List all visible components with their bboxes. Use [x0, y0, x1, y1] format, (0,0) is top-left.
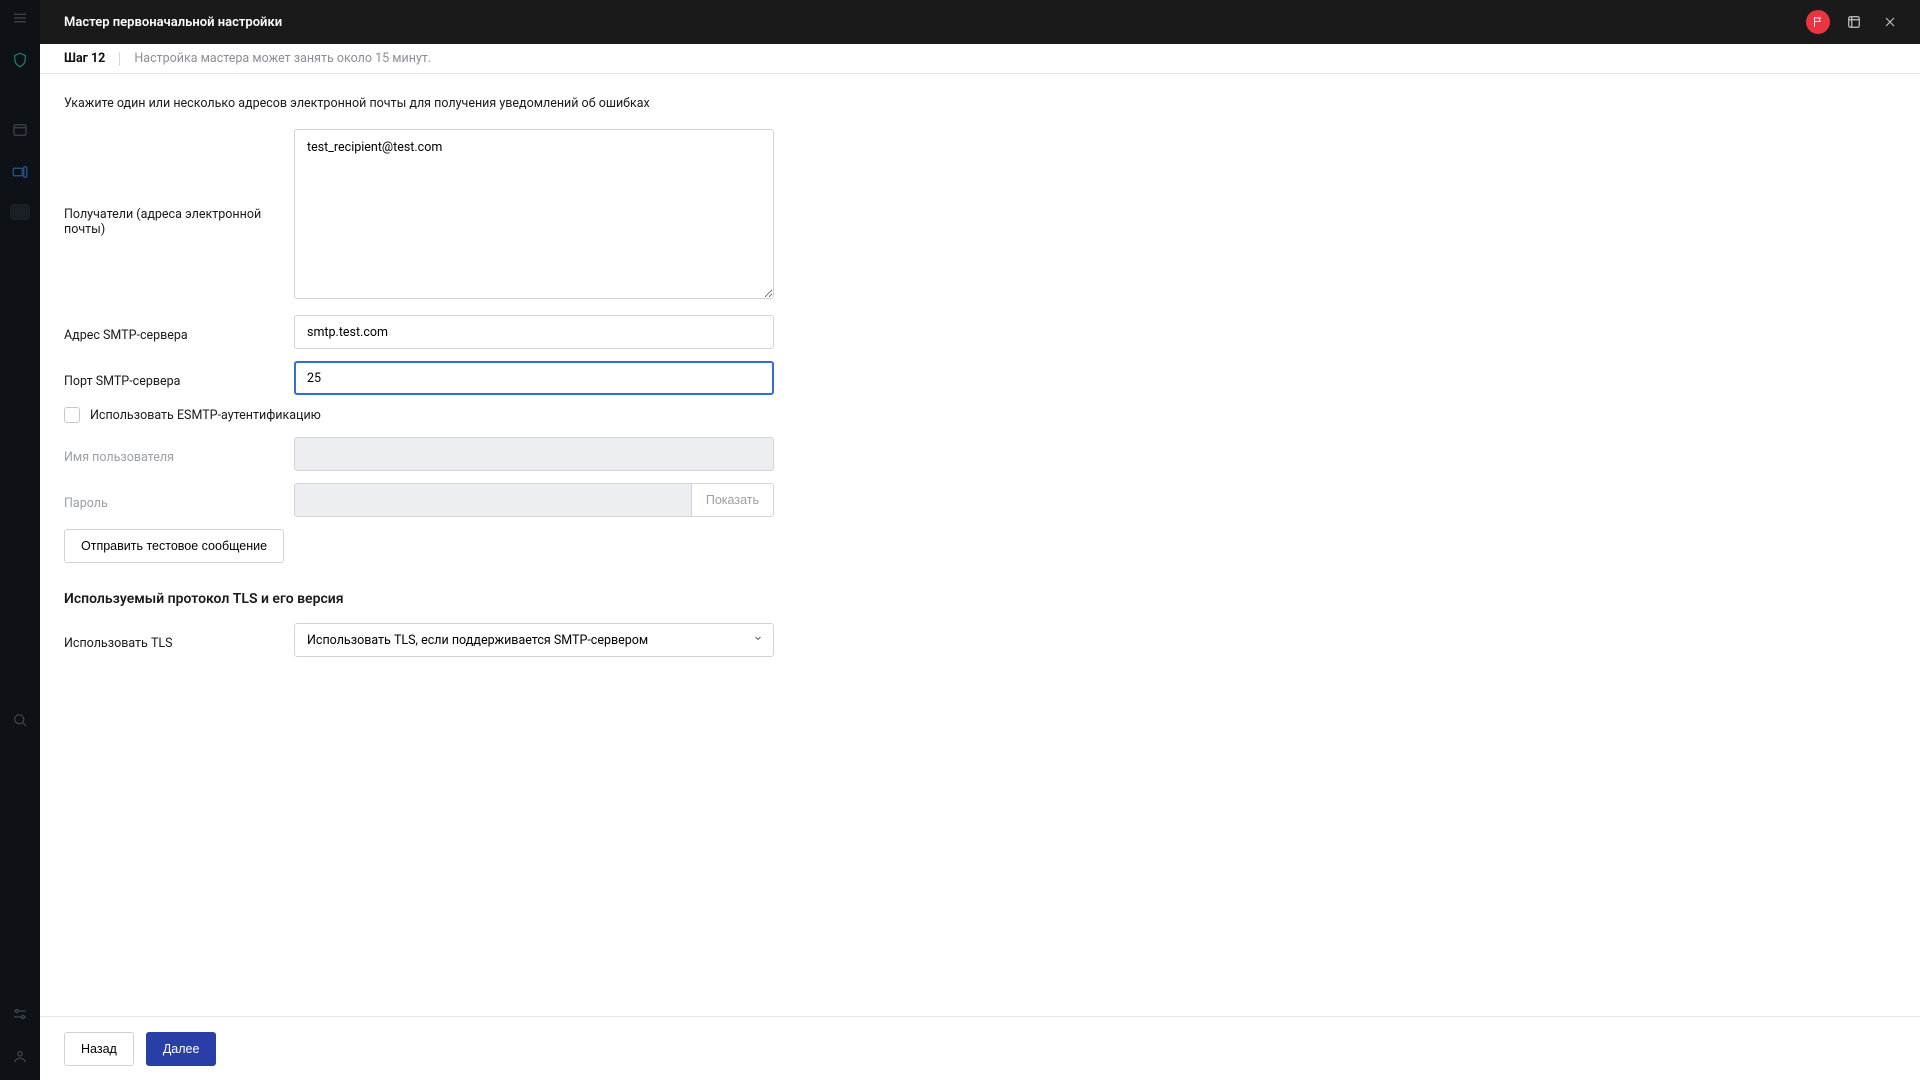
send-test-button[interactable]: Отправить тестовое сообщение	[64, 529, 284, 563]
wizard-title: Мастер первоначальной настройки	[64, 15, 282, 30]
smtp-address-label: Адрес SMTP-сервера	[64, 322, 294, 343]
password-label: Пароль	[64, 490, 294, 511]
wizard-content: Укажите один или несколько адресов элект…	[40, 74, 1920, 1016]
nav-item-badge[interactable]	[10, 204, 30, 220]
password-input	[294, 483, 692, 517]
intro-text: Укажите один или несколько адресов элект…	[64, 96, 1896, 111]
esmtp-label: Использовать ESMTP-аутентификацию	[90, 408, 321, 423]
nav-dashboard-icon[interactable]	[10, 120, 30, 140]
wizard-footer: Назад Далее	[40, 1016, 1920, 1080]
recipients-label: Получатели (адреса электронной почты)	[64, 129, 294, 237]
close-icon[interactable]	[1876, 8, 1904, 36]
next-button[interactable]: Далее	[146, 1032, 217, 1066]
left-rail	[0, 0, 40, 1080]
settings-icon[interactable]	[10, 1004, 30, 1024]
smtp-address-input[interactable]	[294, 315, 774, 349]
tls-section-title: Используемый протокол TLS и его версия	[64, 591, 1896, 607]
search-icon[interactable]	[10, 710, 30, 730]
wizard-panel: Мастер первоначальной настройки Шаг 12 Н…	[40, 0, 1920, 1080]
recipients-input[interactable]	[294, 129, 774, 299]
brand-icon	[10, 50, 30, 70]
account-icon[interactable]	[10, 1046, 30, 1066]
notifications-icon[interactable]	[1804, 8, 1832, 36]
step-bar: Шаг 12 Настройка мастера может занять ок…	[40, 44, 1920, 74]
username-label: Имя пользователя	[64, 444, 294, 465]
help-icon[interactable]	[1840, 8, 1868, 36]
titlebar: Мастер первоначальной настройки	[40, 0, 1920, 44]
step-label: Шаг 12	[64, 51, 105, 66]
esmtp-checkbox[interactable]	[64, 407, 80, 423]
back-button[interactable]: Назад	[64, 1032, 134, 1066]
show-password-button: Показать	[692, 483, 774, 517]
nav-devices-icon[interactable]	[10, 162, 30, 182]
username-input	[294, 437, 774, 471]
menu-icon[interactable]	[10, 8, 30, 28]
tls-label: Использовать TLS	[64, 630, 294, 651]
smtp-port-label: Порт SMTP-сервера	[64, 368, 294, 389]
tls-select[interactable]: Использовать TLS, если поддерживается SM…	[294, 623, 774, 657]
smtp-port-input[interactable]	[294, 361, 774, 395]
step-hint: Настройка мастера может занять около 15 …	[134, 51, 431, 66]
